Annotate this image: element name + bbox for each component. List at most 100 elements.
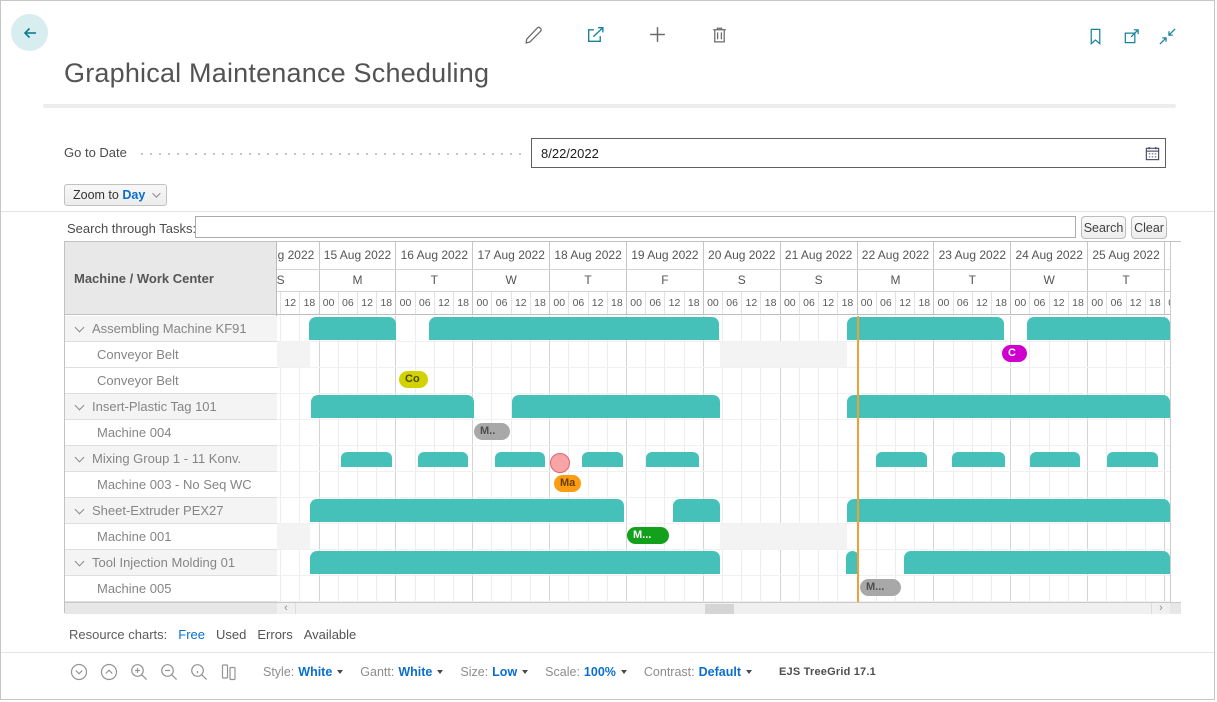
setting-dropdown-scale[interactable]: Scale:100% — [545, 665, 627, 679]
timeline-hour-cell: 00 — [472, 292, 491, 314]
gantt-bar-small[interactable] — [495, 452, 545, 467]
gantt-bar[interactable] — [429, 317, 719, 340]
chevron-down-icon[interactable] — [75, 452, 85, 462]
tree-row[interactable]: Machine 005 — [65, 576, 277, 602]
chevron-down-icon[interactable] — [75, 504, 85, 514]
gantt-bar[interactable] — [310, 499, 624, 522]
zoom-to-dropdown[interactable]: Zoom to Day — [64, 184, 167, 206]
timeline-hour-cell: 06 — [722, 292, 741, 314]
search-tasks-input[interactable] — [195, 216, 1076, 238]
gantt-bar[interactable] — [847, 499, 1170, 522]
tree-row-label: Machine 003 - No Seq WC — [97, 477, 252, 492]
tree-row[interactable]: Conveyor Belt — [65, 368, 277, 394]
gantt-task-pill[interactable]: Co — [399, 371, 428, 388]
tree-group-row[interactable]: Assembling Machine KF91 — [65, 316, 277, 342]
timeline-date-cell: 14 Aug 2022 — [277, 242, 319, 269]
tree-group-row[interactable]: Sheet-Extruder PEX27 — [65, 498, 277, 524]
date-input[interactable] — [532, 146, 1139, 161]
gantt-bar[interactable] — [512, 395, 720, 418]
open-in-new-button[interactable] — [1120, 25, 1142, 47]
gantt-task-pill[interactable]: C — [1002, 345, 1027, 362]
timeline-hour-cell: 12 — [895, 292, 914, 314]
row-separator — [277, 393, 1170, 394]
circle-chevron-up-icon — [99, 662, 119, 682]
legend-item-errors[interactable]: Errors — [257, 627, 292, 642]
collapse-all-button[interactable] — [69, 662, 89, 682]
vertical-scrollbar[interactable] — [1170, 242, 1181, 602]
legend-item-available[interactable]: Available — [304, 627, 357, 642]
gantt-task-pill[interactable]: M... — [860, 579, 901, 596]
milestone-marker[interactable] — [550, 453, 570, 473]
zoom-reset-button[interactable] — [189, 662, 209, 682]
tree-column-header[interactable]: Machine / Work Center — [65, 242, 276, 315]
collapse-header-button[interactable] — [1156, 25, 1178, 47]
horizontal-scrollbar[interactable]: ‹ › — [277, 602, 1170, 614]
tree-group-row[interactable]: Tool Injection Molding 01 — [65, 550, 277, 576]
gantt-task-pill[interactable]: M... — [627, 527, 669, 544]
tree-row[interactable]: Machine 004 — [65, 420, 277, 446]
dropdown-arrow-icon — [337, 670, 343, 674]
setting-dropdown-contrast[interactable]: Contrast:Default — [644, 665, 752, 679]
share-icon — [585, 24, 606, 45]
timeline-date-cell: 24 Aug 2022 — [1010, 242, 1087, 269]
gantt-bar-small[interactable] — [418, 452, 468, 467]
timeline-hour-cell: 12 — [818, 292, 837, 314]
tree-group-row[interactable]: Mixing Group 1 - 11 Konv. — [65, 446, 277, 472]
gantt-bar[interactable] — [309, 317, 396, 340]
gantt-bar-small[interactable] — [876, 452, 927, 467]
gantt-bar-small[interactable] — [341, 452, 392, 467]
legend-item-used[interactable]: Used — [216, 627, 246, 642]
legend-item-free[interactable]: Free — [178, 627, 205, 642]
gantt-bar-small[interactable] — [1107, 452, 1158, 467]
collapse-icon — [1158, 27, 1177, 46]
gantt-bar[interactable] — [310, 551, 720, 574]
tree-row[interactable]: Conveyor Belt — [65, 342, 277, 368]
edit-button[interactable] — [522, 23, 544, 45]
dropdown-arrow-icon — [437, 670, 443, 674]
tree-row-label: Machine 001 — [97, 529, 171, 544]
delete-button[interactable] — [708, 23, 730, 45]
gantt-bar[interactable] — [904, 551, 1170, 574]
bookmark-button[interactable] — [1084, 25, 1106, 47]
chevron-down-icon[interactable] — [75, 400, 85, 410]
tree-group-row[interactable]: Insert-Plastic Tag 101 — [65, 394, 277, 420]
zoom-in-button[interactable] — [129, 662, 149, 682]
search-tasks-label: Search through Tasks: — [67, 221, 196, 236]
clear-button[interactable]: Clear — [1131, 216, 1167, 239]
gantt-bar[interactable] — [673, 499, 720, 522]
search-button[interactable]: Search — [1081, 216, 1126, 239]
gantt-bar[interactable] — [311, 395, 474, 418]
add-button[interactable] — [646, 23, 668, 45]
setting-label: Gantt: — [360, 665, 394, 679]
treegrid-settings: Style:White Gantt:White Size:Low Scale:100%… — [263, 665, 769, 679]
share-button[interactable] — [584, 23, 606, 45]
timeline-date-cell: 25 Aug 2022 — [1087, 242, 1164, 269]
setting-dropdown-size[interactable]: Size:Low — [460, 665, 528, 679]
chevron-down-icon[interactable] — [75, 322, 85, 332]
setting-dropdown-style[interactable]: Style:White — [263, 665, 343, 679]
tree-row[interactable]: Machine 001 — [65, 524, 277, 550]
gantt-bar-small[interactable] — [646, 452, 699, 467]
scrollbar-thumb[interactable] — [705, 604, 734, 614]
columns-config-button[interactable] — [219, 662, 239, 682]
gantt-task-pill[interactable]: M.. — [474, 423, 510, 440]
expand-all-button[interactable] — [99, 662, 119, 682]
calendar-button[interactable] — [1139, 140, 1165, 166]
gantt-bar[interactable] — [1027, 317, 1170, 340]
gantt-bar-small[interactable] — [952, 452, 1005, 467]
zoom-out-button[interactable] — [159, 662, 179, 682]
chevron-down-icon[interactable] — [75, 556, 85, 566]
gantt-bar-small[interactable] — [582, 452, 623, 467]
setting-dropdown-gantt[interactable]: Gantt:White — [360, 665, 443, 679]
gantt-bar[interactable] — [847, 317, 1004, 340]
scroll-left-button[interactable]: ‹ — [277, 603, 296, 614]
tree-row[interactable]: Machine 003 - No Seq WC — [65, 472, 277, 498]
gantt-bar-small[interactable] — [1030, 452, 1080, 467]
timeline-date-cell: 21 Aug 2022 — [780, 242, 857, 269]
gantt-bar[interactable] — [847, 395, 1170, 418]
gantt-task-pill[interactable]: Ma — [554, 475, 581, 492]
timeline-dayletter-cell: W — [472, 270, 549, 291]
scroll-right-button[interactable]: › — [1151, 603, 1170, 614]
back-button[interactable] — [11, 14, 48, 51]
goto-date-label: Go to Date — [64, 145, 127, 160]
